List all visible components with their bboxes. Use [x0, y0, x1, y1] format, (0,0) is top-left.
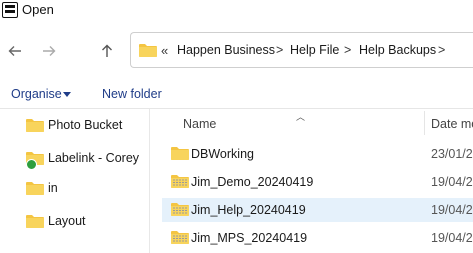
file-list: ︿ Name Date mo DBWorking 23/01/2 Jim_Dem… [150, 109, 473, 253]
zip-folder-icon [171, 202, 189, 219]
folder-icon [26, 214, 44, 231]
up-button[interactable] [96, 40, 118, 62]
column-separator[interactable] [424, 111, 425, 135]
file-date: 19/04/2 [431, 203, 473, 217]
file-name: DBWorking [191, 147, 254, 161]
file-row-jim-mps[interactable]: Jim_MPS_20240419 19/04/2 [162, 226, 473, 250]
caret-down-icon[interactable] [63, 92, 71, 97]
arrow-right-icon [41, 43, 57, 59]
title-bar: Open [0, 0, 473, 22]
file-date: 19/04/2 [431, 231, 473, 245]
sidebar-item-label: in [48, 181, 58, 195]
sidebar-item-labelink-corey[interactable]: Labelink - Corey [0, 146, 148, 172]
organise-menu-button[interactable]: Organise [11, 87, 62, 101]
file-row-jim-demo[interactable]: Jim_Demo_20240419 19/04/2 [162, 170, 473, 194]
file-name: Jim_Demo_20240419 [191, 175, 314, 189]
file-row-dbworking[interactable]: DBWorking 23/01/2 [162, 142, 473, 166]
chevron-right-icon[interactable]: > [438, 43, 445, 57]
column-header-date-modified[interactable]: Date mo [431, 117, 473, 131]
zip-folder-icon [171, 174, 189, 191]
folder-icon [26, 181, 44, 198]
window-title: Open [22, 2, 54, 17]
folder-icon [26, 118, 44, 135]
arrow-left-icon [7, 43, 23, 59]
overflow-chevrons[interactable]: « [161, 43, 168, 58]
breadcrumb-happen-business[interactable]: Happen Business [177, 43, 275, 57]
sidebar-item-in[interactable]: in [0, 176, 148, 202]
sidebar-item-label: Photo Bucket [48, 118, 123, 132]
forward-button[interactable] [38, 40, 60, 62]
address-bar[interactable]: « Happen Business > Help File > Help Bac… [130, 32, 473, 68]
sidebar-item-label: Labelink - Corey [48, 151, 140, 165]
app-icon [2, 2, 18, 18]
back-button[interactable] [4, 40, 26, 62]
new-folder-button[interactable]: New folder [102, 87, 162, 101]
file-name: Jim_MPS_20240419 [191, 231, 308, 245]
breadcrumb-help-backups[interactable]: Help Backups [359, 43, 436, 57]
sidebar-item-photo-bucket[interactable]: Photo Bucket [0, 113, 148, 139]
folder-icon [171, 146, 189, 163]
sidebar-item-layout[interactable]: Layout [0, 209, 148, 235]
sort-ascending-icon: ︿ [296, 112, 306, 122]
file-date: 19/04/2 [431, 175, 473, 189]
column-header-name[interactable]: Name [183, 117, 216, 131]
file-date: 23/01/2 [431, 147, 473, 161]
file-row-jim-help[interactable]: Jim_Help_20240419 19/04/2 [162, 198, 473, 222]
folder-icon [139, 43, 157, 60]
arrow-up-icon [99, 43, 115, 59]
file-name: Jim_Help_20240419 [191, 203, 306, 217]
navigation-pane: Photo Bucket Labelink - Corey in Layout [0, 109, 148, 253]
zip-folder-icon [171, 230, 189, 247]
chevron-right-icon[interactable]: > [344, 43, 351, 57]
sidebar-item-label: Layout [48, 214, 86, 228]
chevron-right-icon[interactable]: > [276, 43, 283, 57]
column-header-row: ︿ Name Date mo [150, 109, 473, 137]
sync-status-icon [26, 159, 37, 170]
command-bar: Organise New folder [0, 80, 473, 109]
breadcrumb-help-file[interactable]: Help File [290, 43, 339, 57]
